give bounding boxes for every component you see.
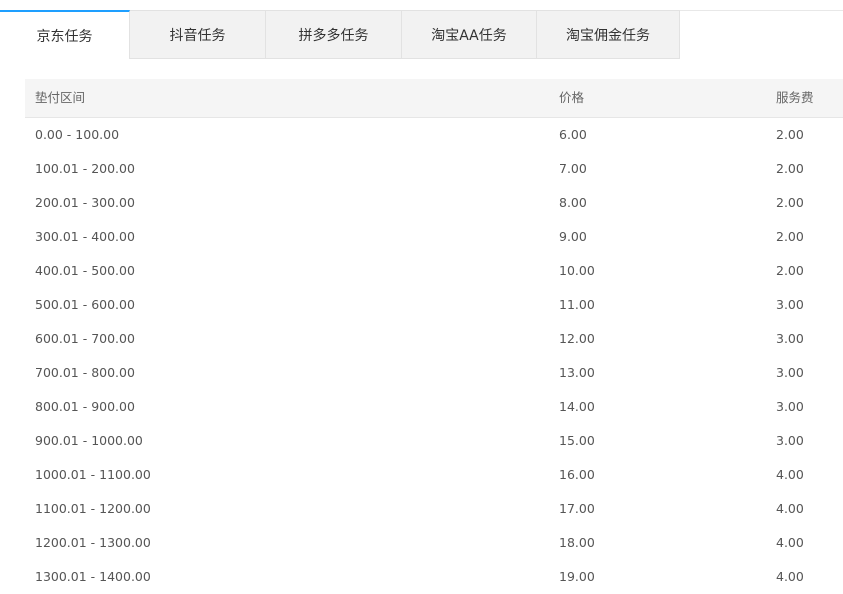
cell-advance-range: 700.01 - 800.00 [35, 365, 135, 380]
cell-service-fee: 2.00 [776, 127, 804, 142]
cell-advance-range: 800.01 - 900.00 [35, 399, 135, 414]
cell-service-fee: 3.00 [776, 399, 804, 414]
header-price: 价格 [559, 90, 585, 105]
table-row: 1300.01 - 1400.00 19.00 4.00 [25, 560, 843, 594]
cell-advance-range: 200.01 - 300.00 [35, 195, 135, 210]
tab-jd-tasks[interactable]: 京东任务 [0, 10, 130, 59]
cell-service-fee: 3.00 [776, 433, 804, 448]
table-row: 700.01 - 800.00 13.00 3.00 [25, 356, 843, 390]
cell-service-fee: 2.00 [776, 195, 804, 210]
cell-price: 19.00 [559, 569, 595, 584]
cell-advance-range: 1300.01 - 1400.00 [35, 569, 151, 584]
table-row: 300.01 - 400.00 9.00 2.00 [25, 220, 843, 254]
table-header: 垫付区间 价格 服务费 [25, 79, 843, 118]
cell-advance-range: 100.01 - 200.00 [35, 161, 135, 176]
cell-price: 8.00 [559, 195, 587, 210]
tab-taobao-aa-tasks[interactable]: 淘宝AA任务 [402, 10, 537, 59]
cell-service-fee: 4.00 [776, 535, 804, 550]
cell-service-fee: 3.00 [776, 365, 804, 380]
cell-advance-range: 0.00 - 100.00 [35, 127, 120, 142]
tab-douyin-tasks[interactable]: 抖音任务 [130, 10, 266, 59]
cell-price: 11.00 [559, 297, 595, 312]
table-row: 900.01 - 1000.00 15.00 3.00 [25, 424, 843, 458]
table-row: 1000.01 - 1100.00 16.00 4.00 [25, 458, 843, 492]
table-row: 600.01 - 700.00 12.00 3.00 [25, 322, 843, 356]
table-row: 500.01 - 600.00 11.00 3.00 [25, 288, 843, 322]
cell-service-fee: 3.00 [776, 331, 804, 346]
tab-taobao-commission-tasks[interactable]: 淘宝佣金任务 [537, 10, 680, 59]
cell-advance-range: 1100.01 - 1200.00 [35, 501, 151, 516]
table-row: 100.01 - 200.00 7.00 2.00 [25, 152, 843, 186]
pricing-table: 垫付区间 价格 服务费 0.00 - 100.00 6.00 2.00 100.01 … [25, 79, 843, 594]
cell-advance-range: 1200.01 - 1300.00 [35, 535, 151, 550]
cell-service-fee: 2.00 [776, 229, 804, 244]
cell-price: 7.00 [559, 161, 587, 176]
table-row: 200.01 - 300.00 8.00 2.00 [25, 186, 843, 220]
cell-price: 6.00 [559, 127, 587, 142]
cell-price: 9.00 [559, 229, 587, 244]
cell-price: 17.00 [559, 501, 595, 516]
cell-advance-range: 500.01 - 600.00 [35, 297, 135, 312]
table-row: 400.01 - 500.00 10.00 2.00 [25, 254, 843, 288]
cell-advance-range: 300.01 - 400.00 [35, 229, 135, 244]
cell-service-fee: 3.00 [776, 297, 804, 312]
tab-bar: 京东任务 抖音任务 拼多多任务 淘宝AA任务 淘宝佣金任务 [0, 0, 843, 59]
cell-service-fee: 4.00 [776, 501, 804, 516]
cell-price: 12.00 [559, 331, 595, 346]
table-row: 1200.01 - 1300.00 18.00 4.00 [25, 526, 843, 560]
cell-price: 10.00 [559, 263, 595, 278]
cell-advance-range: 1000.01 - 1100.00 [35, 467, 151, 482]
cell-price: 13.00 [559, 365, 595, 380]
table-row: 1100.01 - 1200.00 17.00 4.00 [25, 492, 843, 526]
header-advance-range: 垫付区间 [35, 90, 86, 105]
cell-service-fee: 2.00 [776, 263, 804, 278]
table-row: 0.00 - 100.00 6.00 2.00 [25, 118, 843, 152]
cell-price: 18.00 [559, 535, 595, 550]
tab-pinduoduo-tasks[interactable]: 拼多多任务 [266, 10, 402, 59]
cell-advance-range: 600.01 - 700.00 [35, 331, 135, 346]
cell-advance-range: 400.01 - 500.00 [35, 263, 135, 278]
header-service-fee: 服务费 [776, 90, 814, 105]
cell-price: 16.00 [559, 467, 595, 482]
cell-advance-range: 900.01 - 1000.00 [35, 433, 143, 448]
cell-service-fee: 4.00 [776, 467, 804, 482]
cell-price: 14.00 [559, 399, 595, 414]
cell-price: 15.00 [559, 433, 595, 448]
tab-list: 京东任务 抖音任务 拼多多任务 淘宝AA任务 淘宝佣金任务 [0, 10, 680, 59]
cell-service-fee: 2.00 [776, 161, 804, 176]
table-row: 800.01 - 900.00 14.00 3.00 [25, 390, 843, 424]
cell-service-fee: 4.00 [776, 569, 804, 584]
table-body: 0.00 - 100.00 6.00 2.00 100.01 - 200.00 7.00… [25, 118, 843, 594]
